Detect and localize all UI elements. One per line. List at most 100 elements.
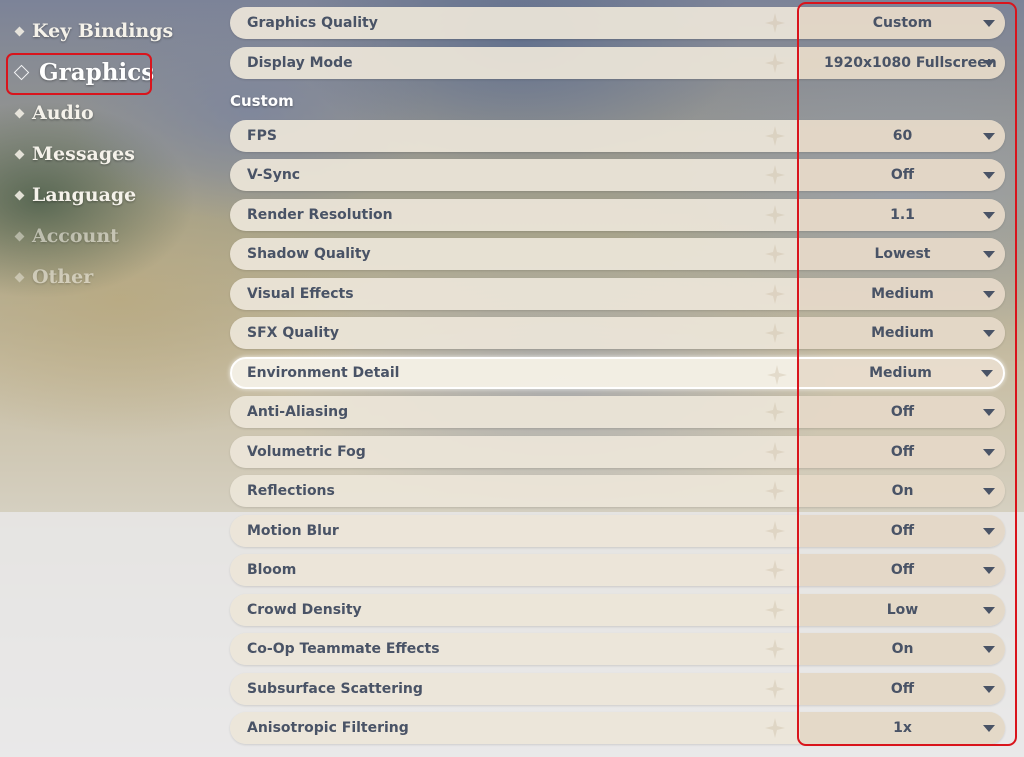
chevron-down-icon — [983, 330, 995, 337]
setting-value: Off — [890, 444, 915, 460]
setting-label: Motion Blur — [247, 523, 339, 539]
setting-row-v-sync[interactable]: V-Sync Off — [230, 159, 1005, 191]
diamond-bullet-icon — [14, 26, 25, 36]
chevron-down-icon — [983, 449, 995, 456]
setting-dropdown-anti-aliasing[interactable]: Off — [800, 396, 1005, 428]
diamond-bullet-icon — [14, 108, 25, 118]
chevron-down-icon — [983, 646, 995, 653]
setting-row-crowd-density[interactable]: Crowd Density Low — [230, 594, 1005, 626]
setting-row-environment-detail[interactable]: Environment Detail Medium — [230, 357, 1005, 389]
sidebar-item-account[interactable]: Account — [14, 221, 119, 251]
star-ornament-icon — [765, 53, 785, 73]
setting-dropdown-fps[interactable]: 60 — [800, 120, 1005, 152]
star-ornament-icon — [765, 560, 785, 580]
setting-row-reflections[interactable]: Reflections On — [230, 475, 1005, 507]
setting-row-anisotropic-filtering[interactable]: Anisotropic Filtering 1x — [230, 712, 1005, 744]
setting-label: Crowd Density — [247, 602, 362, 618]
setting-dropdown-subsurface-scattering[interactable]: Off — [800, 673, 1005, 705]
setting-row-motion-blur[interactable]: Motion Blur Off — [230, 515, 1005, 547]
sidebar-item-label: Audio — [32, 102, 94, 124]
sidebar-item-label: Account — [32, 225, 119, 247]
setting-row-display-mode[interactable]: Display Mode 1920x1080 Fullscreen — [230, 47, 1005, 79]
sidebar-item-label: Language — [32, 184, 137, 206]
star-ornament-icon — [765, 600, 785, 620]
setting-dropdown-bloom[interactable]: Off — [800, 554, 1005, 586]
setting-dropdown-environment-detail[interactable]: Medium — [798, 359, 1003, 387]
setting-value: 1920x1080 Fullscreen — [824, 55, 997, 71]
chevron-down-icon — [983, 133, 995, 140]
sidebar-item-other[interactable]: Other — [14, 262, 94, 292]
setting-dropdown-reflections[interactable]: On — [800, 475, 1005, 507]
setting-dropdown-crowd-density[interactable]: Low — [800, 594, 1005, 626]
sidebar-item-label: Other — [32, 266, 94, 288]
setting-value: Off — [890, 681, 915, 697]
setting-label: Environment Detail — [247, 365, 400, 381]
setting-row-render-resolution[interactable]: Render Resolution 1.1 — [230, 199, 1005, 231]
setting-dropdown-graphics-quality[interactable]: Custom — [800, 7, 1005, 39]
setting-value: Lowest — [874, 246, 931, 262]
setting-label: Subsurface Scattering — [247, 681, 423, 697]
setting-dropdown-render-resolution[interactable]: 1.1 — [800, 199, 1005, 231]
chevron-down-icon — [983, 686, 995, 693]
section-label-custom: Custom — [230, 92, 294, 110]
star-ornament-icon — [765, 244, 785, 264]
diamond-bullet-icon — [14, 190, 25, 200]
setting-label: Anisotropic Filtering — [247, 720, 409, 736]
setting-row-bloom[interactable]: Bloom Off — [230, 554, 1005, 586]
setting-value: Medium — [869, 365, 932, 381]
setting-dropdown-co-op-teammate-effects[interactable]: On — [800, 633, 1005, 665]
chevron-down-icon — [983, 409, 995, 416]
setting-row-volumetric-fog[interactable]: Volumetric Fog Off — [230, 436, 1005, 468]
setting-row-shadow-quality[interactable]: Shadow Quality Lowest — [230, 238, 1005, 270]
setting-label: Visual Effects — [247, 286, 354, 302]
setting-row-anti-aliasing[interactable]: Anti-Aliasing Off — [230, 396, 1005, 428]
setting-value: Off — [890, 523, 915, 539]
sidebar-item-language[interactable]: Language — [14, 180, 137, 210]
setting-value: Off — [890, 404, 915, 420]
star-ornament-icon — [765, 718, 785, 738]
setting-label: FPS — [247, 128, 277, 144]
setting-label: Render Resolution — [247, 207, 393, 223]
sidebar-item-messages[interactable]: Messages — [14, 139, 135, 169]
settings-sidebar: Key Bindings Graphics Audio Messages Lan… — [0, 0, 215, 757]
setting-value: 1.1 — [890, 207, 915, 223]
setting-dropdown-display-mode[interactable]: 1920x1080 Fullscreen — [800, 47, 1005, 79]
setting-row-graphics-quality[interactable]: Graphics Quality Custom — [230, 7, 1005, 39]
setting-value: Low — [886, 602, 919, 618]
setting-label: Graphics Quality — [247, 15, 378, 31]
setting-row-visual-effects[interactable]: Visual Effects Medium — [230, 278, 1005, 310]
star-ornament-icon — [765, 13, 785, 33]
setting-label: SFX Quality — [247, 325, 340, 341]
setting-row-subsurface-scattering[interactable]: Subsurface Scattering Off — [230, 673, 1005, 705]
setting-row-sfx-quality[interactable]: SFX Quality Medium — [230, 317, 1005, 349]
chevron-down-icon — [983, 60, 995, 67]
setting-label: Anti-Aliasing — [247, 404, 349, 420]
star-ornament-icon — [765, 205, 785, 225]
setting-label: Display Mode — [247, 55, 353, 71]
setting-row-fps[interactable]: FPS 60 — [230, 120, 1005, 152]
star-ornament-icon — [765, 679, 785, 699]
setting-row-co-op-teammate-effects[interactable]: Co-Op Teammate Effects On — [230, 633, 1005, 665]
setting-dropdown-visual-effects[interactable]: Medium — [800, 278, 1005, 310]
diamond-bullet-icon — [14, 231, 25, 241]
setting-dropdown-shadow-quality[interactable]: Lowest — [800, 238, 1005, 270]
chevron-down-icon — [983, 172, 995, 179]
setting-value: Off — [890, 167, 915, 183]
setting-dropdown-volumetric-fog[interactable]: Off — [800, 436, 1005, 468]
setting-label: Co-Op Teammate Effects — [247, 641, 440, 657]
chevron-down-icon — [983, 567, 995, 574]
setting-dropdown-sfx-quality[interactable]: Medium — [800, 317, 1005, 349]
chevron-down-icon — [983, 291, 995, 298]
setting-dropdown-v-sync[interactable]: Off — [800, 159, 1005, 191]
sidebar-item-label: Messages — [32, 143, 135, 165]
sidebar-item-key-bindings[interactable]: Key Bindings — [14, 16, 173, 46]
diamond-bullet-icon — [14, 149, 25, 159]
setting-value: Medium — [871, 286, 934, 302]
setting-value: 1x — [893, 720, 912, 736]
setting-value: Off — [890, 562, 915, 578]
setting-value: On — [891, 641, 914, 657]
setting-dropdown-motion-blur[interactable]: Off — [800, 515, 1005, 547]
setting-dropdown-anisotropic-filtering[interactable]: 1x — [800, 712, 1005, 744]
sidebar-item-audio[interactable]: Audio — [14, 98, 94, 128]
diamond-bullet-icon — [14, 272, 25, 282]
